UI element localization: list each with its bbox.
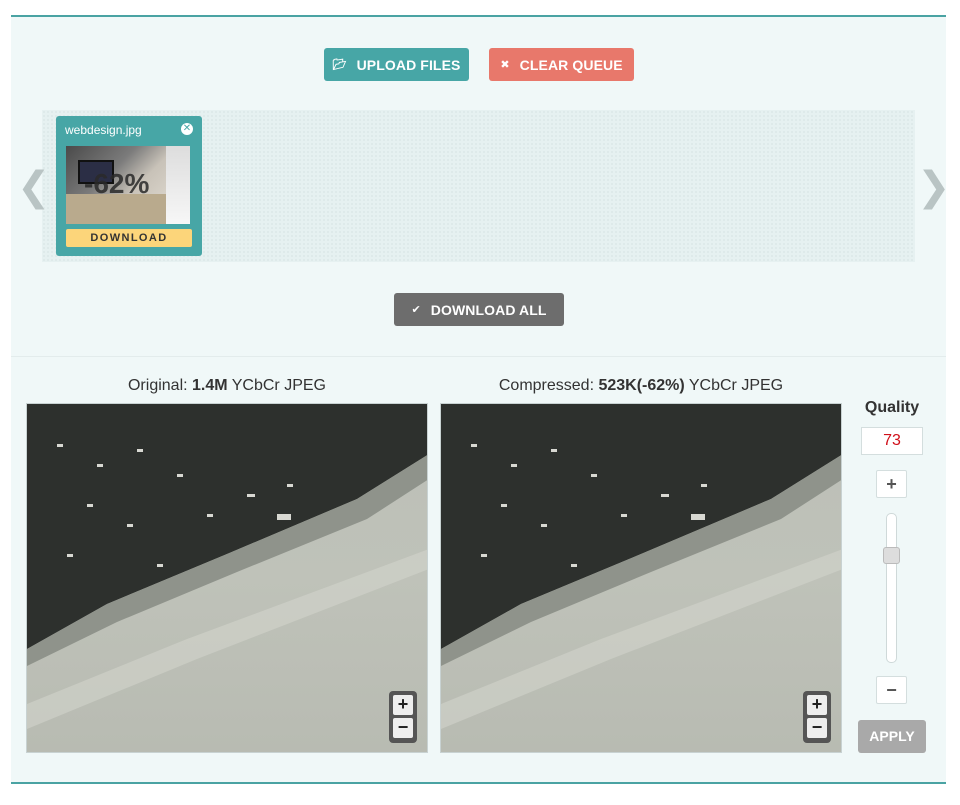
original-image-viewer[interactable]: + − (26, 403, 428, 753)
close-icon: ✖ (500, 59, 510, 71)
clear-queue-button[interactable]: ✖ CLEAR QUEUE (489, 48, 634, 81)
savings-percent: -62% (84, 168, 150, 199)
clear-queue-label: CLEAR QUEUE (519, 56, 623, 73)
section-divider (11, 356, 946, 357)
file-name: webdesign.jpg (65, 123, 142, 137)
download-all-label: DOWNLOAD ALL (430, 301, 547, 318)
original-zoom-controls: + − (389, 691, 417, 743)
chevron-left-icon[interactable]: ❮ (17, 167, 51, 207)
chevron-right-icon[interactable]: ❯ (917, 167, 951, 207)
zoom-in-icon[interactable]: + (393, 695, 413, 715)
upload-files-button[interactable]: 📂︎ UPLOAD FILES (324, 48, 469, 81)
download-all-button[interactable]: ✔ DOWNLOAD ALL (394, 293, 564, 326)
compressed-keyboard-image (441, 404, 841, 729)
apply-button[interactable]: APPLY (858, 720, 926, 753)
compressed-zoom-controls: + − (803, 691, 831, 743)
compressed-suffix: YCbCr JPEG (684, 377, 784, 394)
original-caption: Original: 1.4M YCbCr JPEG (26, 377, 428, 395)
quality-slider-track[interactable] (886, 513, 897, 663)
download-button[interactable]: DOWNLOAD (66, 229, 192, 247)
optimizer-panel: 📂︎ UPLOAD FILES ✖ CLEAR QUEUE ❮ ❯ webdes… (11, 15, 951, 784)
folder-open-icon: 📂︎ (332, 59, 347, 71)
upload-files-label: UPLOAD FILES (356, 56, 461, 73)
thumb-person (166, 146, 190, 224)
original-suffix: YCbCr JPEG (227, 377, 326, 394)
file-thumbnail[interactable]: -62% (66, 146, 190, 224)
quality-decrease-button[interactable]: − (876, 676, 907, 704)
compressed-image-viewer[interactable]: + − (440, 403, 842, 753)
remove-file-icon[interactable]: ✕ (181, 123, 193, 135)
zoom-in-icon[interactable]: + (807, 695, 827, 715)
compressed-prefix: Compressed: (498, 377, 599, 394)
quality-input[interactable]: 73 (861, 427, 923, 455)
quality-label: Quality (864, 399, 920, 416)
original-size: 1.4M (192, 377, 228, 394)
zoom-out-icon[interactable]: − (393, 718, 413, 738)
compressed-caption: Compressed: 523K(-62%) YCbCr JPEG (440, 377, 842, 395)
check-icon: ✔ (411, 304, 421, 316)
zoom-out-icon[interactable]: − (807, 718, 827, 738)
original-keyboard-image (27, 404, 427, 729)
quality-slider-handle[interactable] (883, 547, 900, 564)
compressed-size: 523K(-62%) (598, 377, 685, 394)
original-prefix: Original: (127, 377, 193, 394)
quality-increase-button[interactable]: + (876, 470, 907, 498)
file-card: webdesign.jpg ✕ -62% DOWNLOAD (56, 116, 202, 256)
